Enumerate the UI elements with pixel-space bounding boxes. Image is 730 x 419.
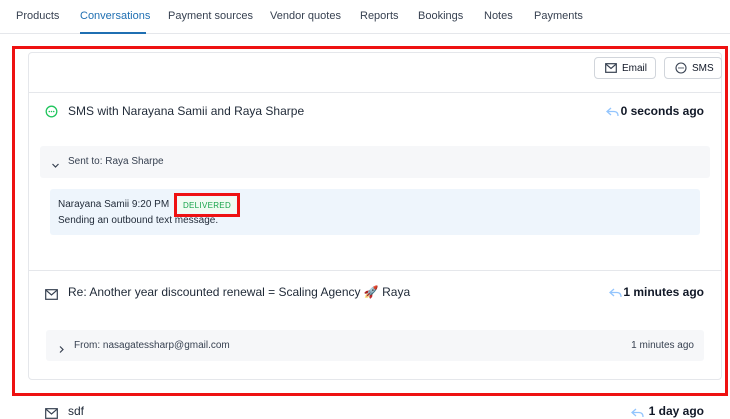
thread-title[interactable]: sdf (68, 404, 84, 418)
thread-time: 0 seconds ago (620, 104, 704, 118)
message-sender-time: Narayana Samii 9:20 PM (58, 199, 170, 210)
chevron-right-icon[interactable] (57, 341, 66, 359)
message-body: Sending an outbound text message. (58, 215, 219, 226)
thread-title: SMS with Narayana Samii and Raya Sharpe (68, 104, 305, 118)
tab-bar: Products Conversations Payment sources V… (0, 0, 730, 34)
sender-label: From: nasagatessharp@gmail.com (74, 340, 230, 351)
sms-button[interactable]: SMS (664, 57, 722, 79)
sender-time: 1 minutes ago (631, 340, 694, 351)
email-button-label: Email (622, 62, 648, 74)
tab-payment-sources[interactable]: Payment sources (168, 10, 253, 22)
tab-conversations[interactable]: Conversations (80, 10, 150, 22)
thread-time: 1 minutes ago (623, 285, 704, 299)
tab-payments[interactable]: Payments (534, 10, 583, 22)
tab-reports[interactable]: Reports (360, 10, 399, 22)
status-badge: DELIVERED (178, 197, 236, 213)
thread-title: Re: Another year discounted renewal = Sc… (68, 285, 411, 299)
chevron-down-icon[interactable] (51, 157, 60, 175)
tab-notes[interactable]: Notes (484, 10, 513, 22)
mail-icon (45, 287, 58, 305)
mail-icon (45, 406, 58, 419)
tab-products[interactable]: Products (16, 10, 59, 22)
email-button[interactable]: Email (594, 57, 656, 79)
sms-bubble-icon (45, 105, 58, 123)
chat-bubble-icon (675, 62, 687, 74)
tab-vendor-quotes[interactable]: Vendor quotes (270, 10, 341, 22)
tab-bookings[interactable]: Bookings (418, 10, 463, 22)
thread-time: 1 day ago (648, 404, 704, 418)
sms-message (50, 189, 700, 235)
mail-icon (605, 63, 617, 73)
recipient-label: Sent to: Raya Sharpe (68, 156, 164, 167)
active-tab-indicator (80, 32, 146, 34)
sms-button-label: SMS (692, 62, 714, 74)
divider (28, 270, 722, 271)
